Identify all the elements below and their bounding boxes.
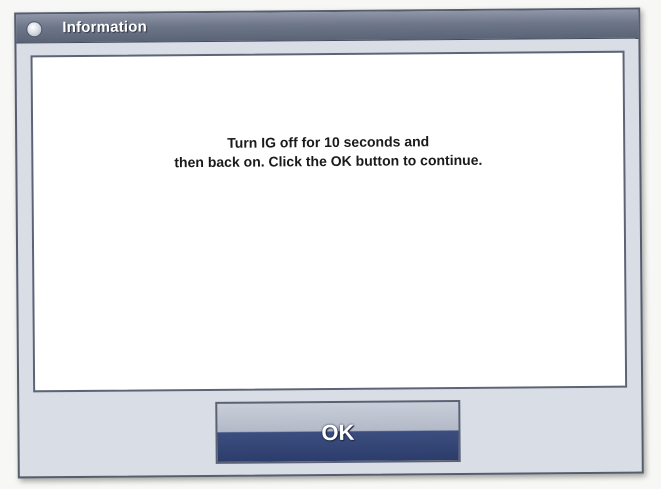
dialog-message: Turn IG off for 10 seconds and then back…: [174, 133, 483, 171]
dialog-titlebar[interactable]: Information: [16, 9, 639, 44]
information-dialog: Information Turn IG off for 10 seconds a…: [14, 7, 644, 479]
dialog-title: Information: [62, 18, 148, 37]
message-panel: Turn IG off for 10 seconds and then back…: [30, 50, 628, 393]
ok-button[interactable]: OK: [215, 399, 461, 464]
ok-button-label: OK: [321, 419, 355, 446]
photo-background: Information Turn IG off for 10 seconds a…: [0, 0, 661, 489]
info-orb-icon: [26, 21, 43, 38]
